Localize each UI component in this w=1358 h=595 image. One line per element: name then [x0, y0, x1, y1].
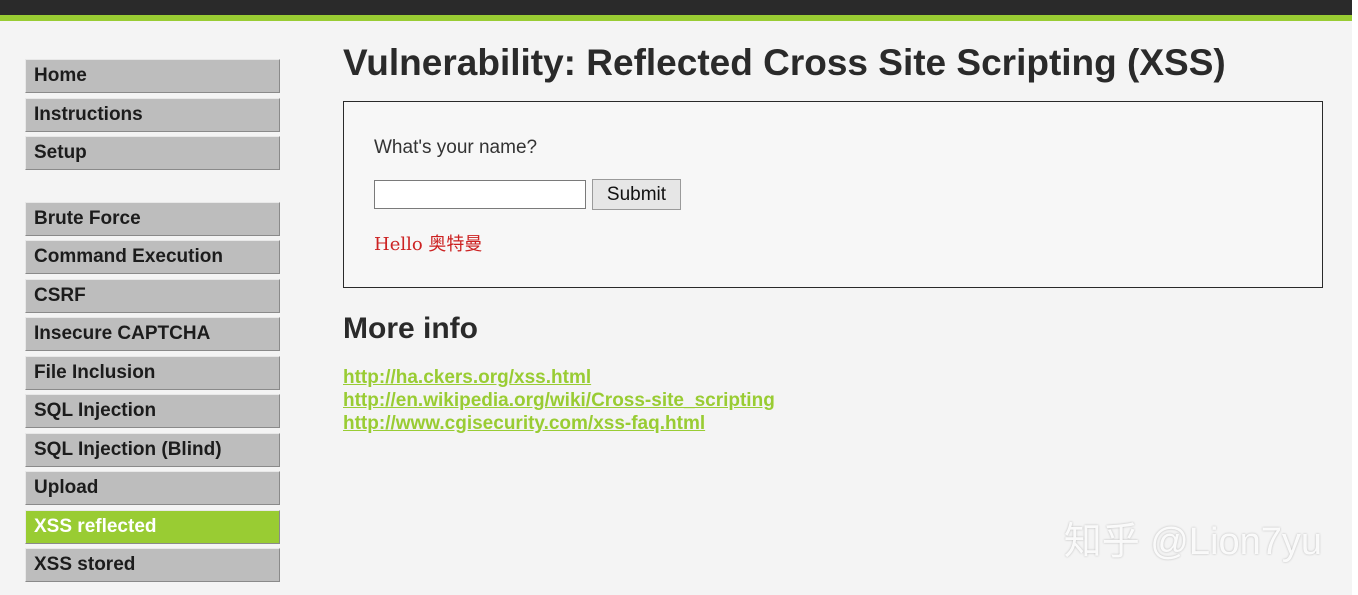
menu-item-upload[interactable]: Upload — [25, 471, 280, 505]
menu-item-xss-stored[interactable]: XSS stored — [25, 548, 280, 582]
link-ha-ckers[interactable]: http://ha.ckers.org/xss.html — [343, 366, 775, 389]
menu-item-xss-reflected[interactable]: XSS reflected — [25, 509, 280, 544]
menu-item-instructions[interactable]: Instructions — [25, 97, 280, 132]
more-info-links: http://ha.ckers.org/xss.html http://en.w… — [343, 366, 775, 435]
menu-item-sql-injection-blind[interactable]: SQL Injection (Blind) — [25, 432, 280, 467]
name-input[interactable] — [374, 180, 586, 209]
name-question-label: What's your name? — [374, 137, 538, 158]
menu-item-insecure-captcha[interactable]: Insecure CAPTCHA — [25, 317, 280, 351]
menu-item-command-execution[interactable]: Command Execution — [25, 240, 280, 274]
submit-button[interactable]: Submit — [592, 179, 681, 210]
menu-item-brute-force[interactable]: Brute Force — [25, 201, 280, 236]
sidebar-menu: Home Instructions Setup Brute Force Comm… — [25, 59, 280, 587]
menu-spacer — [25, 175, 280, 202]
more-info-heading: More info — [343, 312, 478, 345]
top-header-bar — [0, 0, 1352, 15]
top-accent-line — [0, 15, 1352, 21]
menu-item-csrf[interactable]: CSRF — [25, 278, 280, 313]
xss-form-box: What's your name? Submit Hello 奥特曼 — [343, 101, 1323, 288]
menu-item-file-inclusion[interactable]: File Inclusion — [25, 355, 280, 390]
window-edge — [1352, 0, 1358, 595]
link-cgisecurity[interactable]: http://www.cgisecurity.com/xss-faq.html — [343, 412, 775, 435]
page-title: Vulnerability: Reflected Cross Site Scri… — [343, 42, 1226, 83]
link-wikipedia[interactable]: http://en.wikipedia.org/wiki/Cross-site_… — [343, 389, 775, 412]
menu-item-sql-injection[interactable]: SQL Injection — [25, 394, 280, 428]
watermark-text: 知乎 @Lion7yu — [1063, 521, 1322, 563]
greeting-output: Hello 奥特曼 — [374, 234, 483, 255]
menu-item-setup[interactable]: Setup — [25, 136, 280, 170]
menu-item-home[interactable]: Home — [25, 59, 280, 93]
